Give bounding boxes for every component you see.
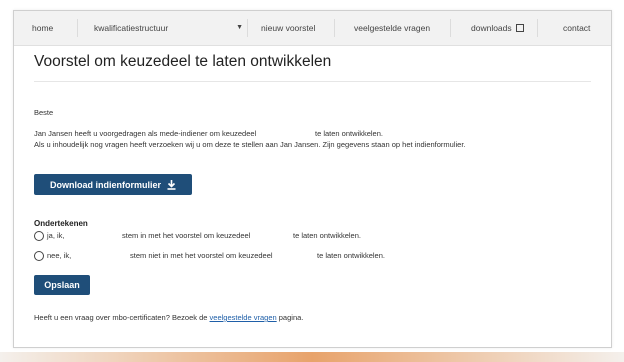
download-button-label: Download indienformulier: [49, 179, 161, 190]
nav-item-label: home: [32, 23, 54, 33]
nav-divider: [77, 19, 78, 37]
nav-item-downloads[interactable]: downloads: [471, 11, 524, 45]
nav-item-home[interactable]: home: [32, 11, 53, 45]
agree-option-suffix: te laten ontwikkelen.: [293, 231, 361, 240]
nav-item-label: nieuw voorstel: [261, 23, 316, 33]
nav-item-veelgestelde-vragen[interactable]: veelgestelde vragen: [354, 11, 430, 45]
nav-divider: [334, 19, 335, 37]
save-button-label: Opslaan: [44, 280, 80, 290]
agree-option-prefix: ja, ik,: [47, 231, 65, 240]
download-form-button[interactable]: Download indienformulier: [34, 174, 192, 195]
contact-info-text: Als u inhoudelijk nog vragen heeft verzo…: [34, 140, 466, 149]
agree-option-text: stem in met het voorstel om keuzedeel: [122, 231, 251, 240]
nomination-text-part1: Jan Jansen heeft u voorgedragen als mede…: [34, 129, 257, 138]
nav-divider: [450, 19, 451, 37]
nav-item-label: downloads: [471, 23, 512, 33]
nav-item-contact[interactable]: contact: [563, 11, 590, 45]
footer-help-text: Heeft u een vraag over mbo-certificaten?…: [34, 313, 303, 322]
nav-divider: [537, 19, 538, 37]
external-link-icon: [515, 24, 524, 32]
faq-link[interactable]: veelgestelde vragen: [210, 313, 277, 322]
nav-divider: [247, 19, 248, 37]
disagree-option-text: stem niet in met het voorstel om keuzede…: [130, 251, 273, 260]
page-title: Voorstel om keuzedeel te laten ontwikkel…: [34, 53, 332, 70]
greeting-text: Beste: [34, 108, 54, 117]
nav-item-label: contact: [563, 23, 591, 33]
nav-item-nieuw-voorstel[interactable]: nieuw voorstel: [261, 11, 315, 45]
nav-item-kwalificatiestructuur[interactable]: kwalificatiestructuur ▼: [94, 11, 243, 45]
sign-heading: Ondertekenen: [34, 219, 88, 228]
disagree-option-prefix: nee, ik,: [47, 251, 72, 260]
save-button[interactable]: Opslaan: [34, 275, 90, 295]
footer-text-before: Heeft u een vraag over mbo-certificaten?…: [34, 313, 208, 322]
caret-down-icon: ▼: [236, 24, 244, 31]
page-frame: home kwalificatiestructuur ▼ nieuw voors…: [13, 10, 612, 348]
nomination-text-part2: te laten ontwikkelen.: [315, 129, 383, 138]
disagree-option-suffix: te laten ontwikkelen.: [317, 251, 385, 260]
main-navigation: home kwalificatiestructuur ▼ nieuw voors…: [14, 11, 611, 46]
footer-text-after: pagina.: [278, 313, 304, 322]
bottom-accent-bar: [0, 352, 624, 362]
nav-item-label: veelgestelde vragen: [354, 23, 431, 33]
title-divider: [34, 81, 591, 82]
agree-radio[interactable]: [34, 231, 44, 241]
disagree-radio[interactable]: [34, 251, 44, 261]
nav-item-label: kwalificatiestructuur: [94, 23, 169, 33]
download-icon: [167, 179, 176, 190]
